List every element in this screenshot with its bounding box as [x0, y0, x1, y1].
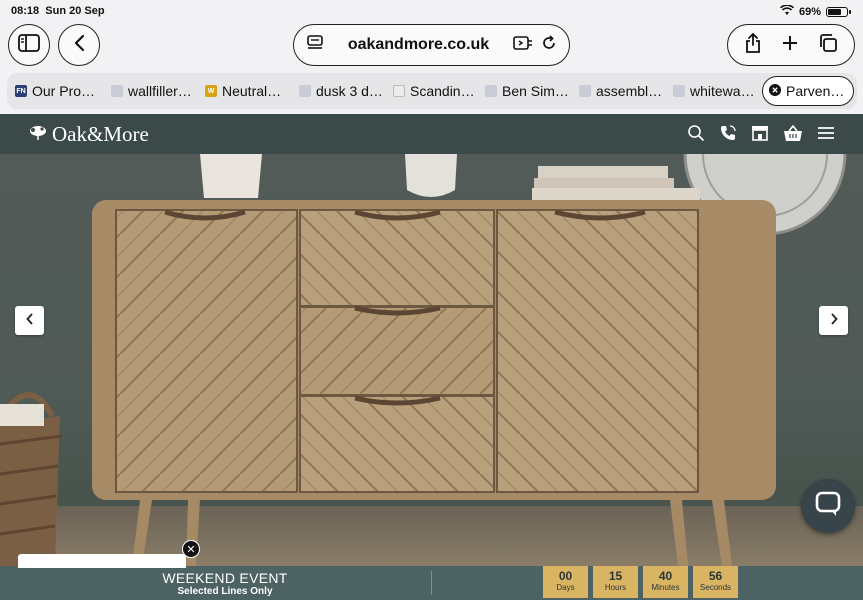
tab-ben-sim[interactable]: Ben Sim… — [480, 76, 574, 106]
status-bar: 08:18 Sun 20 Sep 69% — [0, 0, 863, 22]
countdown-days: 00 Days — [543, 566, 588, 598]
battery-percent: 69% — [798, 6, 821, 18]
store-icon[interactable] — [751, 125, 769, 146]
menu-icon[interactable] — [817, 126, 835, 145]
status-date: Sun 20 Sep — [45, 5, 105, 17]
tab-label: assembl… — [596, 83, 663, 99]
countdown-hours: 15 Hours — [593, 566, 638, 598]
tab-parven-active[interactable]: Parven… — [762, 76, 854, 106]
reload-icon[interactable] — [541, 34, 557, 56]
tab-whitewash[interactable]: whitewa… — [668, 76, 758, 106]
close-icon: ✕ — [186, 543, 196, 556]
sideboard-image — [0, 154, 847, 566]
sidebar-toggle-button[interactable] — [8, 24, 50, 66]
tab-assembly[interactable]: assembl… — [574, 76, 668, 106]
site-logo[interactable]: Oak&More — [28, 122, 149, 147]
battery-icon — [826, 7, 848, 17]
event-subtitle: Selected Lines Only — [177, 586, 273, 597]
oak-leaf-icon — [28, 122, 48, 147]
wifi-icon — [779, 4, 795, 19]
close-tab-icon[interactable] — [769, 83, 781, 99]
back-button[interactable] — [58, 24, 100, 66]
tab-favicon — [111, 85, 123, 97]
tab-favicon — [485, 85, 497, 97]
status-time-date: 08:18 Sun 20 Sep — [11, 5, 105, 17]
tab-neutral[interactable]: W Neutral… — [200, 76, 294, 106]
newsletter-popup-tab[interactable] — [18, 554, 186, 568]
new-tab-icon[interactable] — [781, 34, 799, 57]
tabs-overview-icon[interactable] — [818, 33, 838, 58]
weekend-event-banner[interactable]: WEEKEND EVENT Selected Lines Only 00 Day… — [0, 566, 863, 600]
phone-icon[interactable] — [719, 124, 737, 147]
share-icon[interactable] — [744, 32, 762, 59]
popup-close-button[interactable]: ✕ — [182, 540, 200, 558]
tab-label: dusk 3 d… — [316, 83, 383, 99]
tab-label: Our Pro… — [32, 83, 96, 99]
countdown-timer: 00 Days 15 Hours 40 Minutes 56 Seconds — [543, 566, 738, 598]
search-icon[interactable] — [687, 124, 705, 147]
site-header: Oak&More — [0, 114, 863, 154]
live-chat-button[interactable] — [801, 479, 855, 533]
tab-label: wallfiller… — [128, 83, 192, 99]
event-title: WEEKEND EVENT — [162, 570, 288, 586]
url-text: oakandmore.co.uk — [347, 36, 490, 53]
chat-bubble-icon — [815, 491, 841, 522]
tab-our-products[interactable]: FN Our Pro… — [10, 76, 106, 106]
tab-favicon — [579, 85, 591, 97]
toolbar-actions — [727, 24, 855, 66]
tab-label: Scandin… — [410, 83, 475, 99]
tab-favicon — [299, 85, 311, 97]
chevron-right-icon — [830, 313, 838, 328]
page-menu-icon[interactable] — [306, 34, 324, 57]
tab-wallfiller[interactable]: wallfiller… — [106, 76, 200, 106]
tab-bar: FN Our Pro… wallfiller… W Neutral… dusk … — [7, 73, 857, 109]
tab-label: whitewa… — [690, 83, 755, 99]
web-page: Oak&More WEEKEND EVENT Selected Lines On… — [0, 114, 863, 600]
carousel-next-button[interactable] — [819, 306, 848, 335]
hero-carousel — [0, 154, 863, 566]
sidebar-icon — [18, 33, 40, 57]
tab-label: Neutral… — [222, 83, 282, 99]
header-icons — [687, 124, 835, 147]
tab-favicon: W — [205, 85, 217, 97]
basket-icon[interactable] — [783, 124, 803, 147]
status-indicators: 69% — [779, 4, 851, 19]
countdown-seconds: 56 Seconds — [693, 566, 738, 598]
chevron-left-icon — [73, 34, 85, 57]
tab-favicon — [393, 85, 405, 97]
tab-scandinavian[interactable]: Scandin… — [388, 76, 480, 106]
logo-text: Oak&More — [52, 122, 149, 146]
tab-favicon: FN — [15, 85, 27, 97]
tab-dusk[interactable]: dusk 3 d… — [294, 76, 388, 106]
status-time: 08:18 — [11, 5, 40, 17]
tab-favicon — [673, 85, 685, 97]
tab-label: Ben Sim… — [502, 83, 569, 99]
countdown-minutes: 40 Minutes — [643, 566, 688, 598]
extension-icon[interactable] — [513, 35, 533, 56]
browser-toolbar: oakandmore.co.uk — [0, 22, 863, 70]
carousel-prev-button[interactable] — [15, 306, 44, 335]
address-bar[interactable]: oakandmore.co.uk — [293, 24, 570, 66]
tab-label: Parven… — [786, 83, 845, 99]
chevron-left-icon — [25, 313, 34, 328]
